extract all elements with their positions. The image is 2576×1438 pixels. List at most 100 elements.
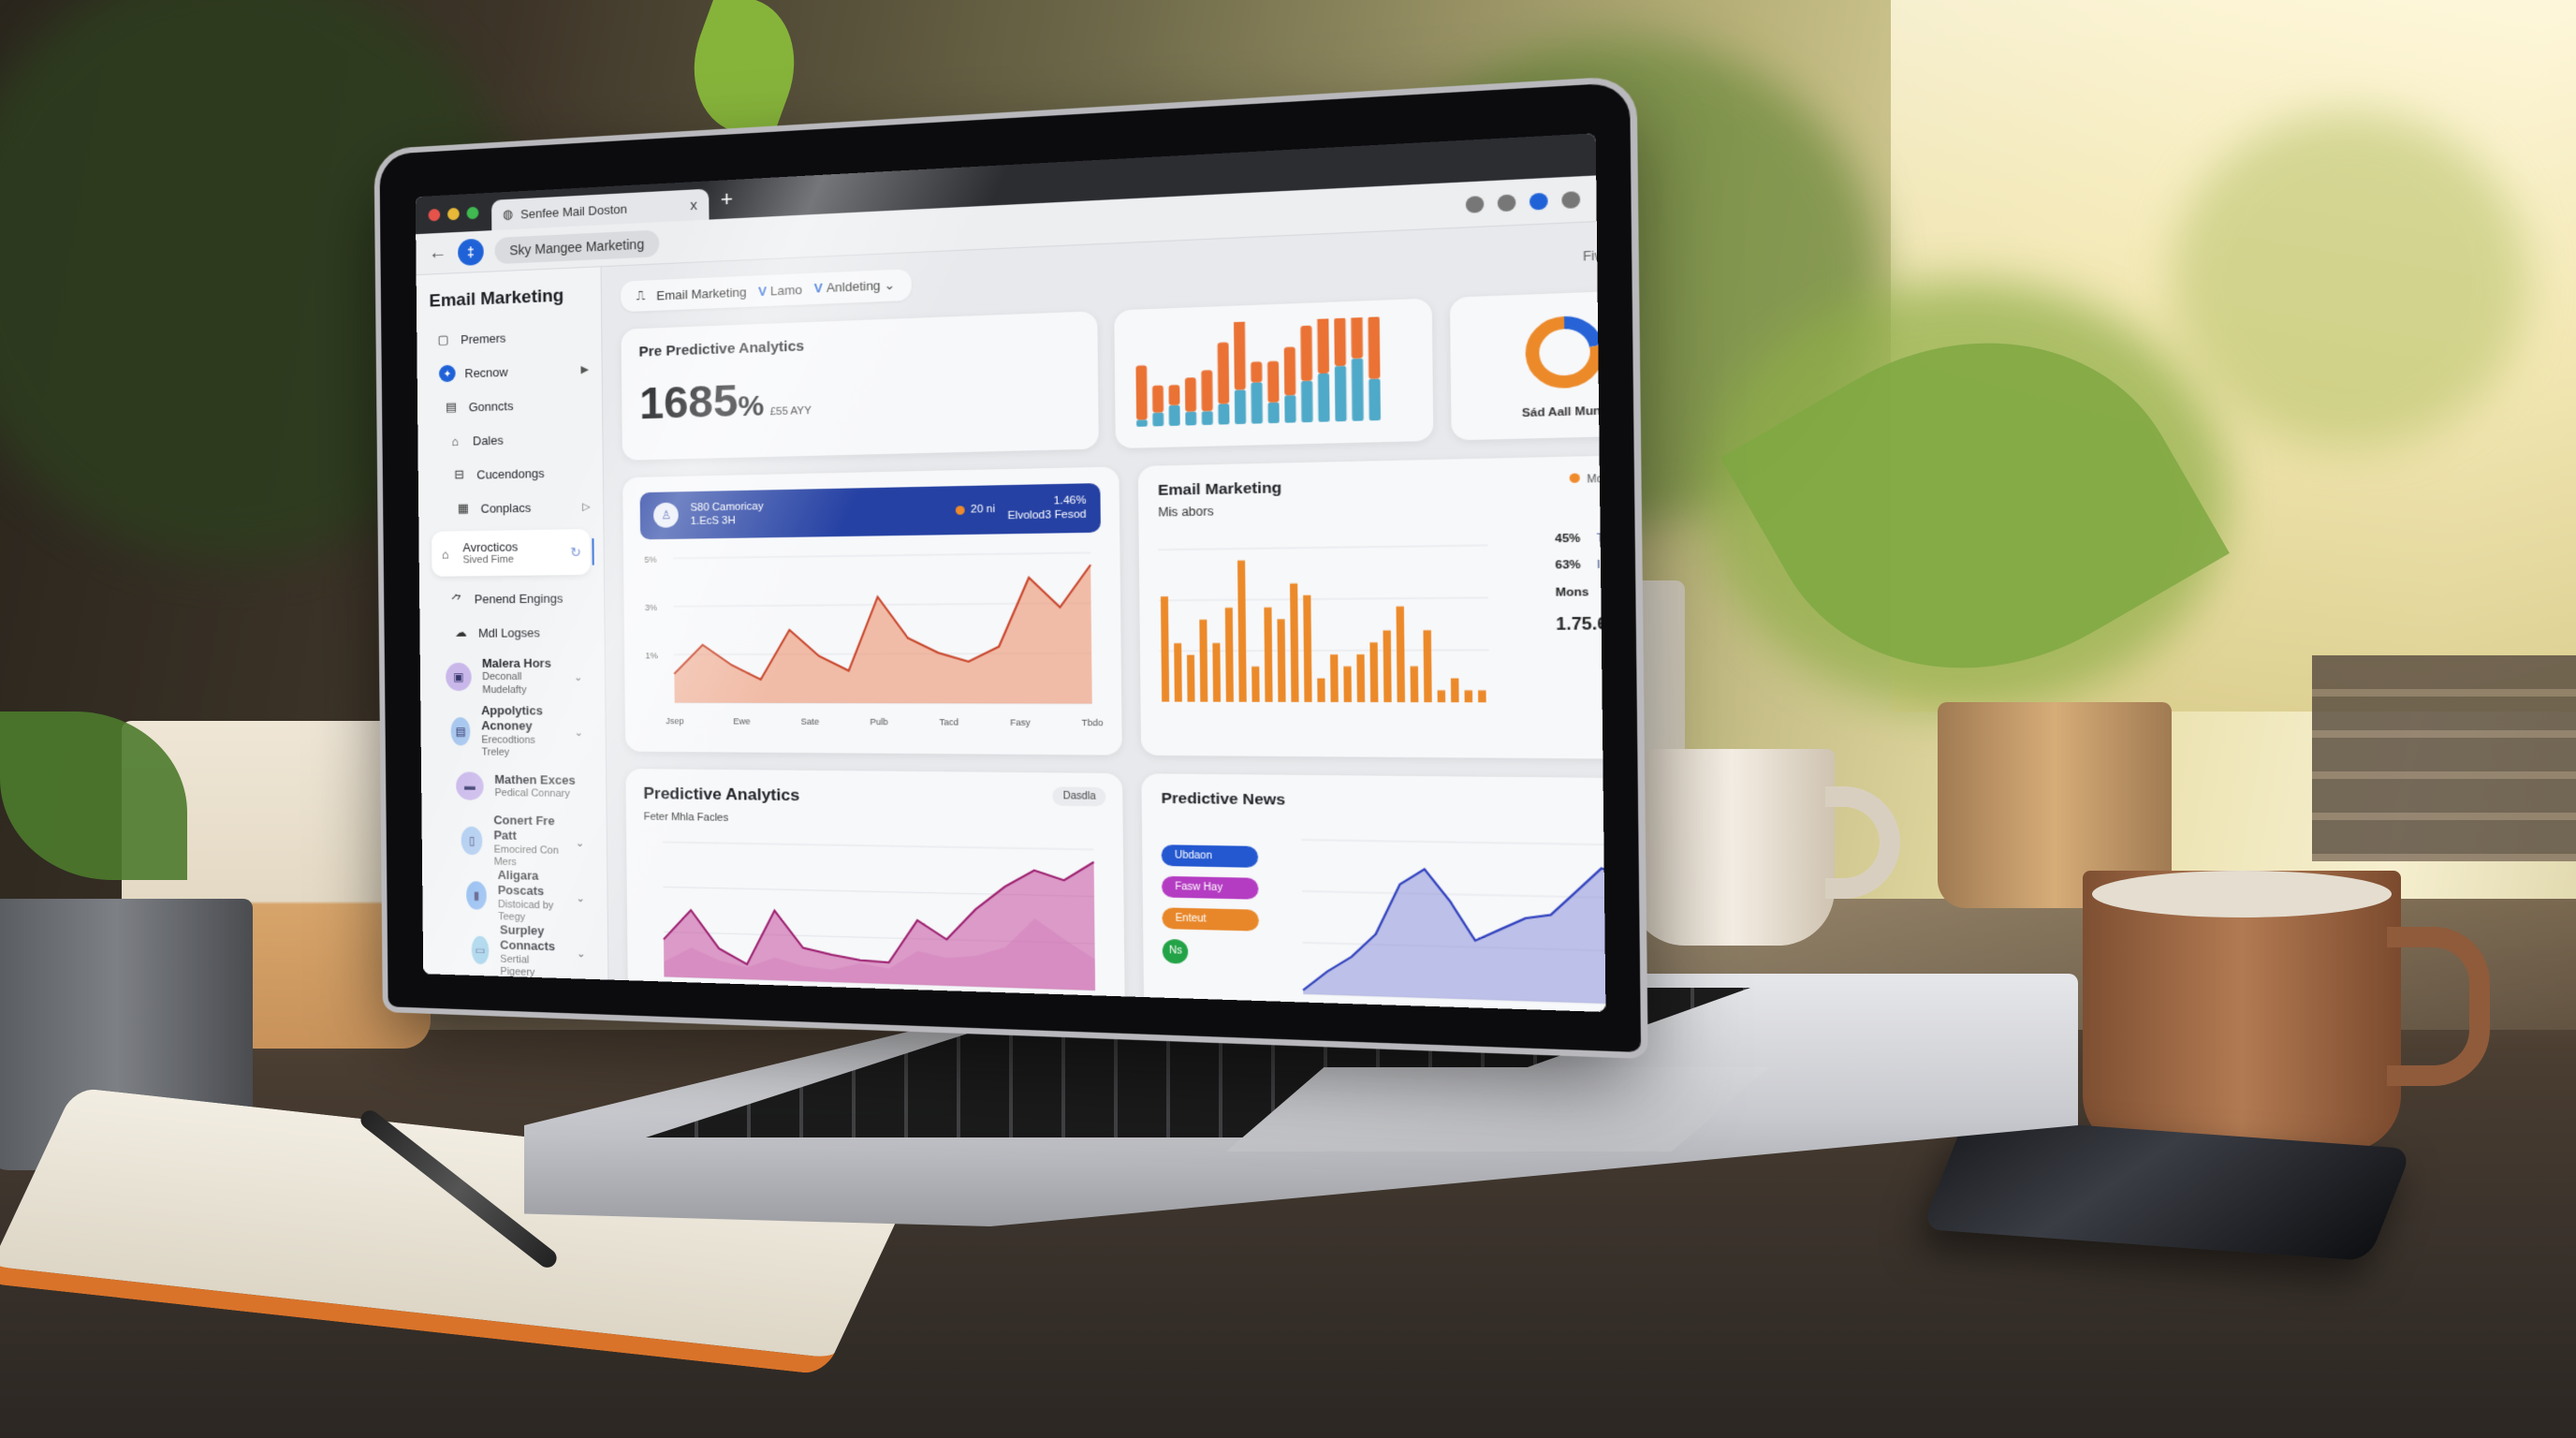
home-icon: ⌂ — [451, 433, 460, 448]
calendar-icon: ▦ — [457, 500, 470, 516]
bar-teal — [1334, 365, 1347, 422]
sidebar-item[interactable]: ▢ Premers — [430, 317, 589, 358]
item-title: Aligara Poscats — [497, 867, 545, 899]
item-avatar-icon: ▭ — [471, 935, 490, 965]
x-tick-label: Jsep — [666, 715, 685, 726]
banner-sub: 1.EcS 3H — [690, 515, 736, 528]
chevron-right-icon[interactable]: ▶ — [580, 362, 589, 375]
sidebar-item-label: Cucendongs — [476, 465, 545, 482]
rocket-icon: ⺈ — [450, 593, 463, 608]
bar-orange — [1300, 325, 1312, 382]
bar-orange — [1233, 314, 1246, 390]
refresh-icon[interactable]: ↻ — [570, 544, 581, 560]
sidebar-rich-item[interactable]: ▬ Mathen Exces Pedical Connary — [433, 758, 593, 815]
donut-card: Sád Aall Mune — [1449, 288, 1606, 441]
close-window-button[interactable] — [428, 208, 441, 221]
sidebar-rich-item[interactable]: ▯ Conert Fre Patt Emocired Con Mers ⌄ — [434, 813, 593, 871]
url-field[interactable]: Sky Mangee Marketing — [494, 228, 660, 264]
bar-orange — [1151, 385, 1164, 413]
bar-orange — [1184, 377, 1196, 412]
x-tick-label: Ewe — [734, 716, 751, 726]
bar — [1383, 630, 1393, 703]
sidebar-item-label: Recnow — [464, 364, 508, 380]
chevron-right-icon[interactable]: ▷ — [582, 500, 591, 512]
item-avatar-icon: ▯ — [461, 826, 483, 856]
filter-tag[interactable]: Enteut — [1162, 906, 1260, 932]
tab-close-icon[interactable]: x — [690, 197, 697, 213]
back-arrow-icon[interactable]: ← — [429, 242, 447, 265]
bar-teal — [1251, 382, 1263, 424]
sidebar-rich-item[interactable]: ▣ Malera Hors Deconall Mudelafty ⌄ — [432, 649, 592, 704]
sidebar-item-label: Dales — [472, 433, 504, 448]
donut-chart — [1517, 308, 1605, 395]
sidebar-rich-item[interactable]: ▮ Aligara Poscats Distoicad by Teegy ⌄ — [435, 867, 594, 926]
minimize-window-button[interactable] — [446, 207, 460, 220]
filter-tag[interactable]: Ubdaon — [1162, 844, 1259, 868]
extension-icons — [1465, 190, 1581, 213]
bar — [1356, 654, 1366, 703]
sidebar-item[interactable]: ⺈ Penend Engings — [432, 580, 592, 616]
area-fill-blue — [1302, 862, 1606, 1005]
breadcrumb-item[interactable]: Email Marketing — [656, 285, 746, 302]
item-text: Mathen Exces Pedical Connary — [494, 772, 576, 801]
filter-tag[interactable]: Ns — [1163, 938, 1189, 964]
donut-label: Sád Aall Mune — [1521, 404, 1606, 420]
extension-icon[interactable] — [1465, 195, 1485, 213]
donut-slice-blue — [1564, 321, 1596, 346]
breadcrumb-dropdown[interactable]: V Anldeting ⌄ — [814, 277, 896, 296]
chevron-down-icon[interactable]: ⌄ — [575, 726, 583, 738]
item-text: Surpley Connacts Sertial Pigeery — [500, 922, 565, 981]
sidebar-item[interactable]: ▤ Gonncts — [430, 386, 589, 425]
sidebar-title: Email Marketing — [429, 286, 564, 312]
profile-icon[interactable] — [1529, 192, 1548, 211]
bar-orange — [1201, 370, 1213, 412]
item-text: Malera Hors Deconall Mudelafty — [482, 656, 563, 697]
cup-handle — [2387, 927, 2490, 1086]
sidebar-rich-item[interactable]: ▤ Appolytics Acnoney Erecodtions Treley ⌄ — [433, 703, 593, 760]
bar — [1438, 690, 1446, 703]
sidebar-item-active[interactable]: ⌂ Avrocticos Sived Fime ↻ — [432, 528, 592, 577]
maximize-window-button[interactable] — [466, 206, 479, 219]
bar — [1212, 642, 1222, 702]
item-text: Conert Fre Patt Emocired Con Mers — [493, 813, 564, 871]
sidebar-item[interactable]: ☁ Mdl Logses — [432, 615, 592, 650]
y-tick-label: 5% — [645, 554, 657, 565]
sidebar-rich-item[interactable]: ▭ Surpley Connacts Sertial Pigeery ⌄ — [435, 921, 595, 981]
bar — [1225, 608, 1235, 702]
item-title: Conert Fre Patt — [493, 813, 555, 844]
bar-teal — [1300, 380, 1313, 423]
sidebar-item[interactable]: ⊟ Cucendongs — [431, 454, 590, 492]
chevron-down-icon[interactable]: ⌄ — [576, 891, 584, 903]
stat-row: 45%Tresarees — [1555, 532, 1605, 546]
bar-orange — [1283, 346, 1296, 396]
area-fill-orange — [673, 564, 1093, 704]
stat-row: 63%Iosserees — [1555, 558, 1605, 573]
bar — [1277, 619, 1287, 702]
extension-icon[interactable] — [1497, 193, 1516, 212]
stat-total: 1.75.65% — [1556, 615, 1606, 635]
item-subtitle: Emocired Con Mers — [493, 843, 559, 869]
orange-bar-chart — [1158, 524, 1489, 703]
tab-title: Senfee Mail Doston — [520, 200, 628, 221]
new-tab-button[interactable]: + — [721, 180, 734, 219]
bar — [1161, 596, 1170, 702]
details-button[interactable]: Dasdla — [1052, 785, 1106, 806]
sidebar-item-label: Avrocticos — [462, 538, 519, 554]
sidebar-item[interactable]: ✦ Recnow ▶ — [430, 351, 589, 390]
filter-tag[interactable]: Fasw Hay — [1162, 875, 1260, 900]
card-title: Predictive Analytics — [643, 784, 800, 804]
bar-teal — [1368, 378, 1381, 421]
settings-icon[interactable] — [1561, 190, 1581, 209]
background-plant — [2172, 112, 2527, 449]
chevron-down-icon[interactable]: ⌄ — [577, 946, 585, 959]
banner-right: 1.46% Elvolod3 Fesod — [1007, 494, 1087, 522]
chevron-down-icon[interactable]: ⌄ — [576, 836, 584, 848]
bar-teal — [1168, 404, 1180, 426]
cloud-icon: ☁ — [454, 624, 467, 639]
breadcrumb-item[interactable]: V Lamo — [758, 282, 802, 299]
chevron-down-icon[interactable]: ⌄ — [574, 670, 582, 682]
orange-area-chart: Jsep Ewe Sate Pulb Tacd Fasy Tbdo 5% 3% 1% — [645, 532, 1104, 727]
sidebar-item[interactable]: ⌂ Dales — [431, 420, 590, 459]
item-avatar-icon: ▤ — [450, 717, 471, 746]
sidebar-item[interactable]: ▦ Conplacs ▷ — [432, 489, 591, 526]
